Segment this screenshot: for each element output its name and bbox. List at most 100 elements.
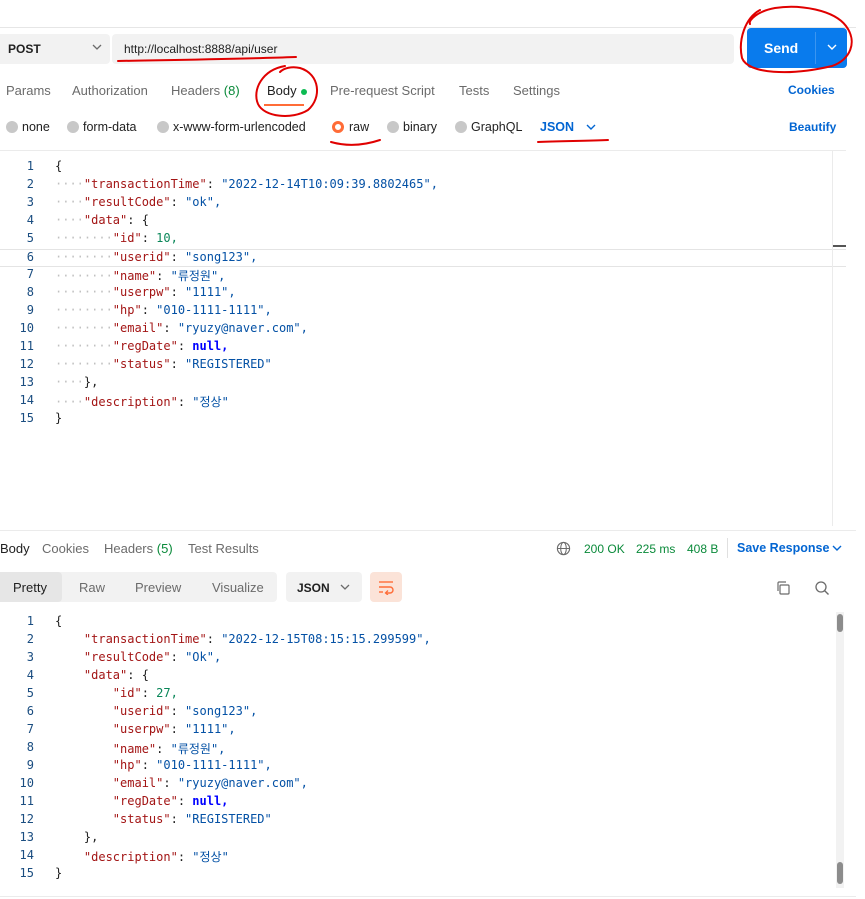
request-body-editor[interactable]: 1{2 ····"transactionTime": "2022-12-14T10… xyxy=(0,150,846,526)
copy-icon[interactable] xyxy=(775,580,791,596)
code-content: "email": "ryuzy@naver.com", xyxy=(112,776,308,790)
beautify-link[interactable]: Beautify xyxy=(789,120,836,134)
code-content: "hp": "010-1111-1111", xyxy=(112,303,272,317)
radio-urlencoded-label: x-www-form-urlencoded xyxy=(173,120,306,134)
radio-none[interactable] xyxy=(6,121,18,133)
response-format-label: JSON xyxy=(297,581,330,595)
code-content: "userid": "song123", xyxy=(112,250,258,264)
radio-form-data[interactable] xyxy=(67,121,79,133)
chevron-down-icon[interactable] xyxy=(831,542,843,554)
globe-icon[interactable] xyxy=(556,541,571,556)
request-tabs: Params Authorization Headers (8) Body Pr… xyxy=(0,68,856,108)
code-text: } xyxy=(55,866,62,880)
cookies-link[interactable]: Cookies xyxy=(788,83,835,97)
chevron-down-icon[interactable] xyxy=(825,40,839,54)
code-content: "description": "정상" xyxy=(83,850,229,864)
response-view-bar: Pretty Raw Preview Visualize JSON xyxy=(0,572,856,604)
chevron-down-icon[interactable] xyxy=(584,120,598,134)
radio-raw[interactable] xyxy=(332,121,344,133)
line-number: 10 xyxy=(19,321,34,335)
radio-raw-label: raw xyxy=(349,120,370,134)
line-number: 4 xyxy=(26,213,34,227)
code-line: 9 "hp": "010-1111-1111", xyxy=(0,758,846,776)
line-number: 2 xyxy=(26,177,34,191)
code-line: 6 "userid": "song123", xyxy=(0,704,846,722)
editor-scroll-marker xyxy=(833,245,846,247)
code-content: "id": 10, xyxy=(112,231,178,245)
code-text: ········"userpw": "1111", xyxy=(55,285,236,299)
line-number: 1 xyxy=(26,159,34,173)
response-time[interactable]: 225 ms xyxy=(636,542,675,556)
code-line: 6 ········"userid": "song123", xyxy=(0,249,846,267)
code-line: 11 ········"regDate": null, xyxy=(0,339,846,357)
wrap-lines-icon xyxy=(379,581,394,595)
view-mode-group: Pretty Raw Preview Visualize xyxy=(0,572,277,602)
save-response-button[interactable]: Save Response xyxy=(737,541,829,555)
code-content: "id": 27, xyxy=(112,686,178,700)
chevron-down-icon xyxy=(340,584,350,590)
method-select[interactable]: POST xyxy=(0,34,110,64)
tab-body[interactable]: Body xyxy=(267,83,307,98)
code-content: "name": "류정원", xyxy=(112,269,226,283)
code-text: ········"hp": "010-1111-1111", xyxy=(55,303,272,317)
line-number: 1 xyxy=(26,614,34,628)
response-size[interactable]: 408 B xyxy=(687,542,718,556)
response-scrollbar-thumb-bottom[interactable] xyxy=(837,862,843,884)
search-icon[interactable] xyxy=(814,580,830,596)
code-content: "email": "ryuzy@naver.com", xyxy=(112,321,308,335)
send-divider xyxy=(815,32,816,64)
tab-params[interactable]: Params xyxy=(6,83,51,98)
radio-graphql-label: GraphQL xyxy=(471,120,523,134)
radio-urlencoded[interactable] xyxy=(157,121,169,133)
view-preview-button[interactable]: Preview xyxy=(135,580,181,595)
indent-guide: ········ xyxy=(55,231,113,245)
tab-headers[interactable]: Headers (8) xyxy=(171,83,240,98)
response-tabs: Body Cookies Headers (5) Test Results 20… xyxy=(0,532,856,566)
wrap-lines-button[interactable] xyxy=(370,572,402,602)
url-input[interactable]: http://localhost:8888/api/user xyxy=(112,34,734,64)
indent-guide: ········ xyxy=(55,321,113,335)
view-pretty-button[interactable]: Pretty xyxy=(13,580,47,595)
raw-format-select[interactable]: JSON xyxy=(540,120,574,134)
radio-binary[interactable] xyxy=(387,121,399,133)
indent-guide: ···· xyxy=(55,395,84,409)
editor-scrollbar[interactable] xyxy=(832,150,846,526)
line-number: 12 xyxy=(19,812,34,826)
line-number: 6 xyxy=(26,704,34,718)
send-button[interactable]: Send xyxy=(747,28,847,68)
code-content: "data": { xyxy=(83,213,149,227)
status-bar-divider xyxy=(0,896,856,897)
tab-tests[interactable]: Tests xyxy=(459,83,489,98)
response-tab-body[interactable]: Body xyxy=(0,541,30,556)
indent-guide: ········ xyxy=(55,250,113,264)
response-tab-cookies[interactable]: Cookies xyxy=(42,541,89,556)
code-text: ····"resultCode": "ok", xyxy=(55,195,221,209)
code-text: ········"regDate": null, xyxy=(55,339,228,353)
indent-guide xyxy=(55,830,84,844)
code-content: }, xyxy=(83,830,99,844)
view-visualize-button[interactable]: Visualize xyxy=(212,580,264,595)
response-status[interactable]: 200 OK xyxy=(584,542,625,556)
indent-guide xyxy=(55,742,113,756)
indent-guide: ········ xyxy=(55,339,113,353)
response-body-viewer[interactable]: 1{2 "transactionTime": "2022-12-15T08:15… xyxy=(0,612,846,888)
code-content: "name": "류정원", xyxy=(112,742,226,756)
code-content: "data": { xyxy=(83,668,149,682)
response-tab-test-results[interactable]: Test Results xyxy=(188,541,259,556)
response-tab-headers[interactable]: Headers (5) xyxy=(104,541,173,556)
response-format-select[interactable]: JSON xyxy=(286,572,362,602)
line-number: 14 xyxy=(19,393,34,407)
tab-prerequest-script[interactable]: Pre-request Script xyxy=(330,83,435,98)
response-scrollbar-thumb[interactable] xyxy=(837,614,843,632)
pane-divider[interactable] xyxy=(0,530,856,531)
radio-graphql[interactable] xyxy=(455,121,467,133)
tab-authorization[interactable]: Authorization xyxy=(72,83,148,98)
response-scrollbar[interactable] xyxy=(836,612,844,888)
radio-form-data-label: form-data xyxy=(83,120,137,134)
line-number: 10 xyxy=(19,776,34,790)
code-line: 12 ········"status": "REGISTERED" xyxy=(0,357,846,375)
view-raw-button[interactable]: Raw xyxy=(79,580,105,595)
request-url-bar: POST http://localhost:8888/api/user Send xyxy=(0,27,856,68)
tab-settings[interactable]: Settings xyxy=(513,83,560,98)
tab-headers-label: Headers xyxy=(171,83,221,98)
